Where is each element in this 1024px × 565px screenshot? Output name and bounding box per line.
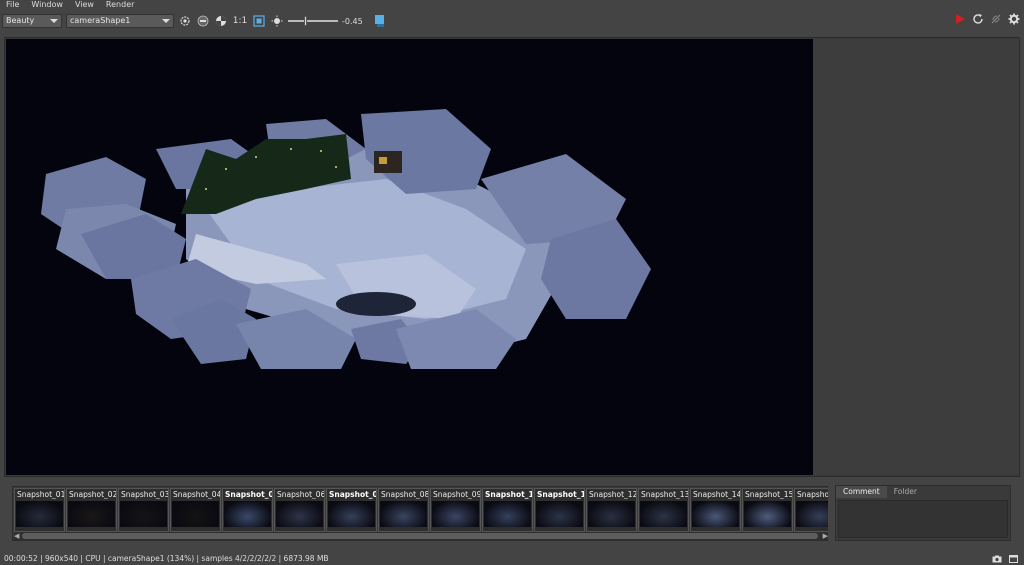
snapshot-thumbnail[interactable]: Snapshot_03 xyxy=(118,488,169,532)
exposure-value[interactable]: -0.45 xyxy=(342,17,363,26)
snapshot-label: Snapshot_15 xyxy=(745,490,792,499)
display-settings-icon[interactable] xyxy=(178,14,192,28)
chevron-down-icon xyxy=(162,19,170,23)
render-view[interactable] xyxy=(6,39,813,475)
camera-value: cameraShape1 xyxy=(70,16,131,25)
tab-folder[interactable]: Folder xyxy=(887,486,924,498)
snapshot-thumbnail[interactable]: Snapshot_15 xyxy=(742,488,793,532)
render-play-icon[interactable] xyxy=(954,13,966,28)
snapshot-thumbnail[interactable]: Snapshot_14 xyxy=(690,488,741,532)
chevron-down-icon xyxy=(50,19,58,23)
camera-icon[interactable] xyxy=(992,554,1002,563)
snapshot-thumbnail[interactable]: Snapshot_12 xyxy=(586,488,637,532)
snapshot-label: Snapshot_14 xyxy=(693,490,740,499)
snapshot-thumbnail[interactable]: Snapshot_10 xyxy=(482,488,533,532)
exposure-icon[interactable] xyxy=(270,14,284,28)
snapshot-image xyxy=(432,501,479,527)
menu-bar: File Window View Render xyxy=(0,0,1024,10)
exposure-slider[interactable] xyxy=(288,14,338,28)
snapshot-label: Snapshot_01 xyxy=(17,490,64,499)
snapshot-label: Snapshot_11 xyxy=(537,490,584,499)
slider-track xyxy=(288,20,338,22)
snapshot-thumbnail[interactable]: Snapshot_05 xyxy=(222,488,273,532)
snapshot-label: Snapshot_02 xyxy=(69,490,116,499)
status-icons xyxy=(992,554,1018,563)
scroll-left-icon[interactable]: ◀ xyxy=(14,532,19,540)
comment-textarea[interactable] xyxy=(838,500,1008,538)
snapshot-label: Snapshot_03 xyxy=(121,490,168,499)
ratio-button[interactable]: 1:1 xyxy=(232,14,248,28)
snapshot-thumbnail[interactable]: Snapshot_04 xyxy=(170,488,221,532)
snapshot-label: Snapshot_10 xyxy=(485,490,532,499)
snapshot-label: Snapshot_09 xyxy=(433,490,480,499)
snapshot-label: Snapshot_08 xyxy=(381,490,428,499)
snapshot-image xyxy=(796,501,828,527)
snapshot-image xyxy=(16,501,63,527)
refresh-icon[interactable] xyxy=(972,13,984,28)
snapshot-image xyxy=(276,501,323,527)
aov-dropdown[interactable]: Beauty xyxy=(2,14,62,28)
snapshot-thumbnail[interactable]: Snapshot_01 xyxy=(14,488,65,532)
tab-comment[interactable]: Comment xyxy=(836,486,887,498)
panel-tabs: Comment Folder xyxy=(836,486,1010,498)
snapshot-image xyxy=(224,501,271,527)
snapshot-thumbnail[interactable]: Snapshot_09 xyxy=(430,488,481,532)
snapshot-thumbnail[interactable]: Snapshot_08 xyxy=(378,488,429,532)
menu-window[interactable]: Window xyxy=(31,0,63,10)
camera-dropdown[interactable]: cameraShape1 xyxy=(66,14,174,28)
snapshot-image xyxy=(380,501,427,527)
snapshot-info-panel: Comment Folder xyxy=(835,485,1011,541)
snapshot-label: Snapshot_13 xyxy=(641,490,688,499)
snapshot-label: Snapshot_04 xyxy=(173,490,220,499)
snapshot-label: Snapshot_05 xyxy=(225,490,272,499)
scrollbar-thumb[interactable] xyxy=(22,533,818,539)
render-image xyxy=(6,39,813,475)
snapshot-icon[interactable] xyxy=(373,14,387,28)
region-icon[interactable] xyxy=(196,14,210,28)
snapshot-image xyxy=(484,501,531,527)
status-text: 00:00:52 | 960x540 | CPU | cameraShape1 … xyxy=(4,554,329,563)
scroll-right-icon[interactable]: ▶ xyxy=(823,532,828,540)
snapshot-image xyxy=(120,501,167,527)
snapshot-label: Snapshot_07 xyxy=(329,490,376,499)
snapshot-thumbnail[interactable]: Snapshot_06 xyxy=(274,488,325,532)
snapshot-thumbnail[interactable]: Snapshot_13 xyxy=(638,488,689,532)
snapshot-image xyxy=(536,501,583,527)
snapshot-image xyxy=(640,501,687,527)
snapshot-image xyxy=(328,501,375,527)
snapshot-strip: Snapshot_01 Snapshot_02 Snapshot_03 Snapsho… xyxy=(12,486,828,541)
snapshot-thumbnail[interactable]: Snapshot_07 xyxy=(326,488,377,532)
snapshot-image xyxy=(692,501,739,527)
snapshot-thumbnail[interactable]: Snapshot_11 xyxy=(534,488,585,532)
toolbar: Beauty cameraShape1 1:1 -0.45 xyxy=(0,11,1024,31)
snapshot-thumbnail[interactable]: Snapshot_02 xyxy=(66,488,117,532)
render-controls xyxy=(954,13,1020,28)
snapshot-label: Snapshot_06 xyxy=(277,490,324,499)
crop-icon[interactable] xyxy=(214,14,228,28)
snapshot-label: Snapshot_12 xyxy=(589,490,636,499)
menu-file[interactable]: File xyxy=(6,0,19,10)
fit-icon[interactable] xyxy=(252,14,266,28)
snapshot-label: Snapshot_16 xyxy=(797,490,828,499)
slider-handle[interactable] xyxy=(304,16,307,26)
snapshot-image xyxy=(744,501,791,527)
disable-icon[interactable] xyxy=(990,13,1002,28)
menu-render[interactable]: Render xyxy=(106,0,134,10)
snapshot-image xyxy=(588,501,635,527)
snapshot-image xyxy=(172,501,219,527)
snapshot-list: Snapshot_01 Snapshot_02 Snapshot_03 Snapsho… xyxy=(14,488,828,532)
settings-gear-icon[interactable] xyxy=(1008,13,1020,28)
ratio-label: 1:1 xyxy=(232,16,248,26)
snapshot-thumbnail[interactable]: Snapshot_16 xyxy=(794,488,828,532)
snapshot-image xyxy=(68,501,115,527)
side-area xyxy=(813,39,1019,475)
aov-value: Beauty xyxy=(6,16,35,25)
horizontal-scrollbar[interactable]: ◀ ▶ xyxy=(14,532,828,540)
menu-view[interactable]: View xyxy=(75,0,94,10)
status-bar: 00:00:52 | 960x540 | CPU | cameraShape1 … xyxy=(0,553,1024,565)
window-icon[interactable] xyxy=(1008,554,1018,563)
